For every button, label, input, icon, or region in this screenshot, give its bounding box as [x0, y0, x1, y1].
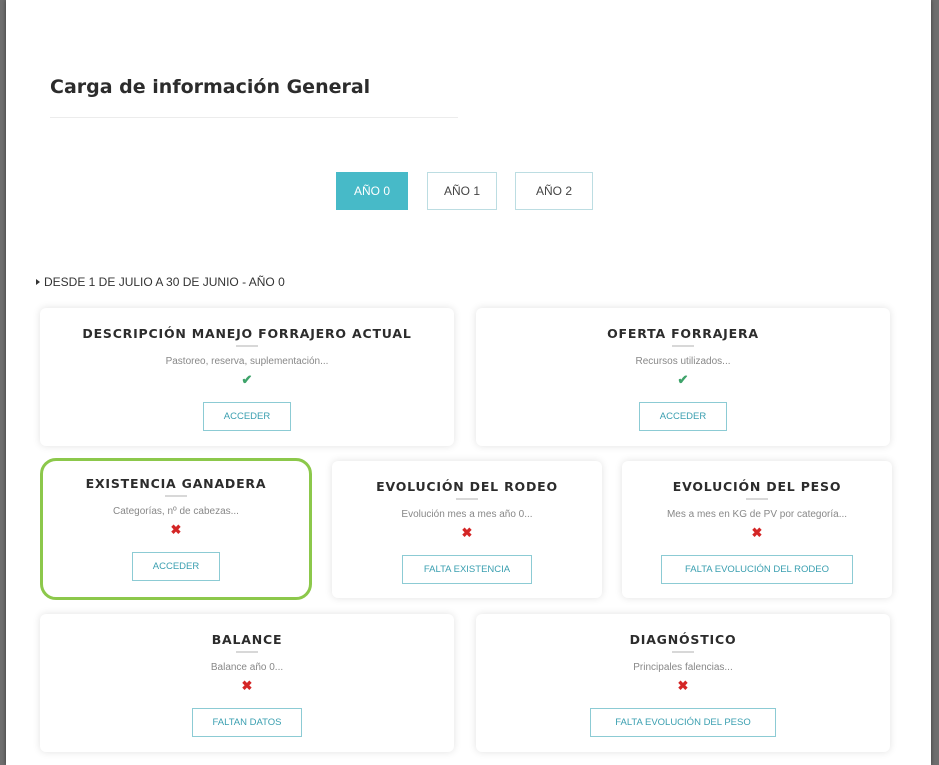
- card-title: DIAGNÓSTICO: [629, 632, 737, 647]
- card-title: EVOLUCIÓN DEL RODEO: [376, 479, 558, 494]
- card-subtitle: Evolución mes a mes año 0...: [401, 509, 533, 520]
- card-title: BALANCE: [211, 632, 283, 647]
- card-title: EXISTENCIA GANADERA: [85, 476, 267, 491]
- card-title: DESCRIPCIÓN MANEJO FORRAJERO ACTUAL: [82, 326, 412, 341]
- card-descripcion-manejo: DESCRIPCIÓN MANEJO FORRAJERO ACTUAL Past…: [40, 308, 454, 446]
- acceder-button[interactable]: ACCEDER: [132, 552, 220, 581]
- card-divider: [746, 498, 768, 500]
- page-title: Carga de información General: [50, 76, 371, 98]
- title-divider: [50, 117, 458, 118]
- card-divider: [236, 345, 258, 347]
- cross-icon: ✖: [241, 678, 253, 693]
- card-subtitle: Mes a mes en KG de PV por categoría...: [666, 509, 848, 520]
- caret-right-icon: [36, 279, 40, 285]
- tab-ano-0[interactable]: AÑO 0: [336, 172, 408, 210]
- card-divider: [672, 651, 694, 653]
- cross-icon: ✖: [677, 678, 689, 693]
- card-divider: [456, 498, 478, 500]
- tab-ano-2[interactable]: AÑO 2: [515, 172, 593, 210]
- card-evolucion-rodeo: EVOLUCIÓN DEL RODEO Evolución mes a mes …: [332, 461, 602, 598]
- card-existencia-ganadera: EXISTENCIA GANADERA Categorías, nº de ca…: [40, 458, 312, 600]
- card-subtitle: Pastoreo, reserva, suplementación...: [165, 356, 329, 367]
- card-subtitle: Principales falencias...: [633, 662, 733, 673]
- tab-ano-1[interactable]: AÑO 1: [427, 172, 497, 210]
- check-icon: ✔: [677, 372, 689, 387]
- cross-icon: ✖: [170, 522, 182, 537]
- acceder-button[interactable]: ACCEDER: [639, 402, 727, 431]
- falta-evolucion-peso-button[interactable]: FALTA EVOLUCIÓN DEL PESO: [590, 708, 776, 737]
- falta-existencia-button[interactable]: FALTA EXISTENCIA: [402, 555, 532, 584]
- card-oferta-forrajera: OFERTA FORRAJERA Recursos utilizados... …: [476, 308, 890, 446]
- card-subtitle: Categorías, nº de cabezas...: [113, 506, 239, 517]
- cross-icon: ✖: [751, 525, 763, 540]
- year-tabs: AÑO 0 AÑO 1 AÑO 2: [6, 172, 931, 210]
- card-evolucion-peso: EVOLUCIÓN DEL PESO Mes a mes en KG de PV…: [622, 461, 892, 598]
- check-icon: ✔: [241, 372, 253, 387]
- card-subtitle: Recursos utilizados...: [635, 356, 731, 367]
- card-subtitle: Balance año 0...: [210, 662, 284, 673]
- period-label: DESDE 1 DE JULIO A 30 DE JUNIO - AÑO 0: [36, 275, 285, 289]
- card-diagnostico: DIAGNÓSTICO Principales falencias... ✖ F…: [476, 614, 890, 752]
- card-title: OFERTA FORRAJERA: [607, 326, 759, 341]
- card-divider: [236, 651, 258, 653]
- cross-icon: ✖: [461, 525, 473, 540]
- card-balance: BALANCE Balance año 0... ✖ FALTAN DATOS: [40, 614, 454, 752]
- faltan-datos-button[interactable]: FALTAN DATOS: [192, 708, 302, 737]
- acceder-button[interactable]: ACCEDER: [203, 402, 291, 431]
- period-label-text: DESDE 1 DE JULIO A 30 DE JUNIO - AÑO 0: [44, 275, 285, 289]
- app-window: Carga de información General AÑO 0 AÑO 1…: [6, 0, 931, 765]
- card-title: EVOLUCIÓN DEL PESO: [672, 479, 842, 494]
- falta-evolucion-rodeo-button[interactable]: FALTA EVOLUCIÓN DEL RODEO: [661, 555, 853, 584]
- card-divider: [165, 495, 187, 497]
- card-divider: [672, 345, 694, 347]
